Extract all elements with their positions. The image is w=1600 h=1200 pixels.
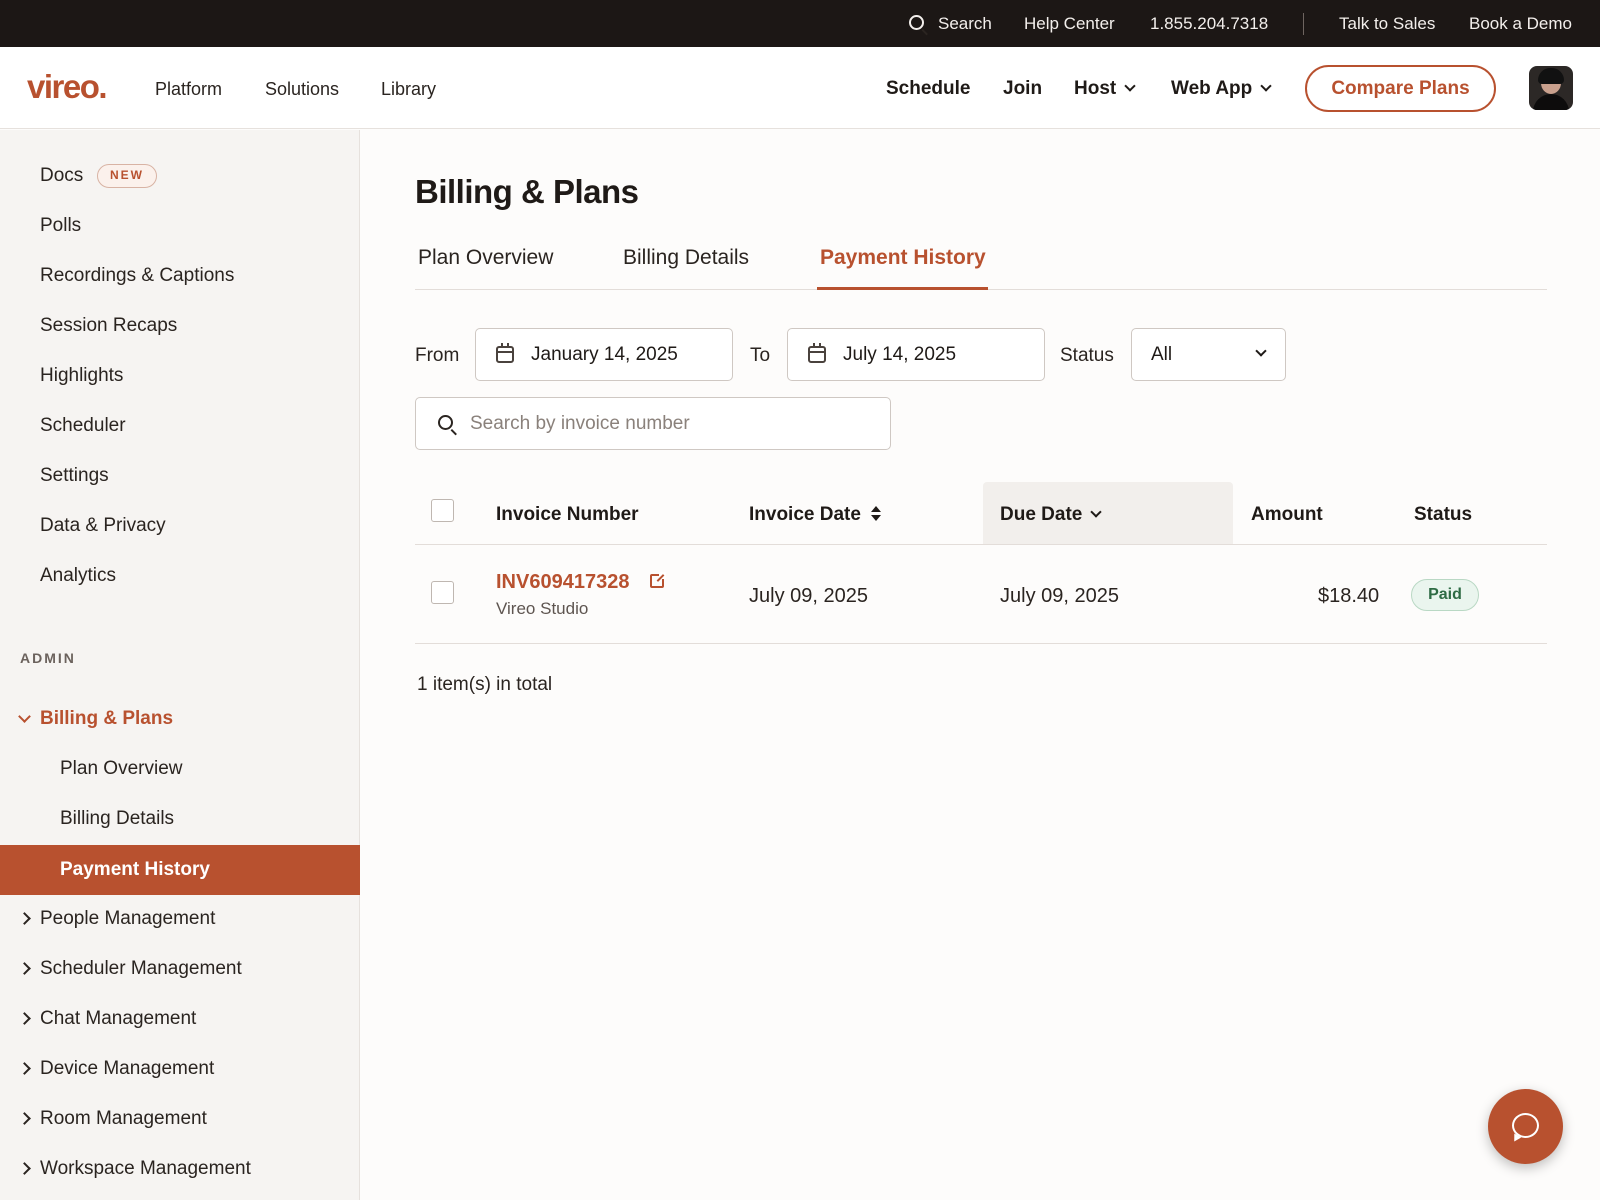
nav-host[interactable]: Host [1074,78,1136,100]
items-total: 1 item(s) in total [417,674,553,695]
main-header: vireo. Platform Solutions Library Schedu… [0,47,1600,129]
sidebar-item-highlights[interactable]: Highlights [40,364,123,388]
chevron-right-icon[interactable] [18,1162,31,1175]
to-date-value: July 14, 2025 [843,344,957,365]
status-select-value: All [1151,344,1173,365]
invoice-search [415,397,891,450]
from-label: From [415,345,460,366]
chevron-right-icon[interactable] [18,912,31,925]
sidebar-item-device-management[interactable]: Device Management [40,1057,214,1081]
status-badge: Paid [1411,579,1479,611]
active-tab-indicator [817,287,988,290]
nav-solutions[interactable]: Solutions [265,78,339,100]
due-date-header[interactable]: Due Date [1000,503,1103,527]
tab-billing-details[interactable]: Billing Details [623,245,749,271]
invoice-date-header-label: Invoice Date [749,504,861,525]
nav-library[interactable]: Library [381,78,436,100]
external-link-icon[interactable] [650,572,666,588]
sidebar-item-billing-plans[interactable]: Billing & Plans [40,707,173,731]
sidebar-item-chat-management[interactable]: Chat Management [40,1007,196,1031]
chevron-down-icon [1124,80,1136,92]
invoice-search-input[interactable] [470,411,870,437]
to-label: To [750,345,771,366]
sidebar-item-session-recaps[interactable]: Session Recaps [40,314,177,338]
sidebar-item-workspace-management[interactable]: Workspace Management [40,1157,251,1181]
sidebar: Docs NEW Polls Recordings & Captions Ses… [0,130,360,1200]
amount-header: Amount [1251,504,1323,525]
row-checkbox[interactable] [431,581,454,604]
table-row-divider [415,643,1547,644]
sidebar-item-analytics[interactable]: Analytics [40,564,116,588]
admin-heading: ADMIN [20,650,76,666]
utility-bar: Search Help Center 1.855.204.7318 Talk t… [0,0,1600,47]
due-date-cell: July 09, 2025 [1000,585,1119,607]
utility-divider [1303,13,1304,35]
sidebar-item-settings[interactable]: Settings [40,464,109,488]
sidebar-item-scheduler[interactable]: Scheduler [40,414,126,438]
vireo-logo[interactable]: vireo. [27,69,108,105]
chat-icon [1512,1113,1539,1138]
invoice-number-header: Invoice Number [496,504,639,525]
nav-schedule[interactable]: Schedule [886,78,970,100]
nav-web-app-label: Web App [1171,78,1253,99]
avatar-hair [1538,68,1564,84]
search-icon [438,415,453,430]
chevron-right-icon[interactable] [18,962,31,975]
sidebar-item-polls[interactable]: Polls [40,214,81,238]
utility-search-link[interactable]: Search [938,14,992,34]
avatar-body [1533,94,1569,110]
nav-web-app[interactable]: Web App [1171,78,1272,100]
sidebar-subitem-billing-details[interactable]: Billing Details [60,807,174,831]
from-date-input[interactable]: January 14, 2025 [475,328,733,381]
chevron-right-icon[interactable] [18,1062,31,1075]
calendar-icon [496,343,514,363]
tab-plan-overview[interactable]: Plan Overview [418,245,553,271]
sidebar-item-people-management[interactable]: People Management [40,907,215,931]
amount-cell: $18.40 [1318,585,1380,607]
from-date-value: January 14, 2025 [531,344,678,365]
status-header: Status [1414,504,1473,525]
invoice-date-cell: July 09, 2025 [749,585,868,607]
chevron-down-icon [1260,80,1272,92]
sidebar-item-data-privacy[interactable]: Data & Privacy [40,514,166,538]
chat-button[interactable] [1488,1089,1563,1164]
talk-to-sales-link[interactable]: Talk to Sales [1339,14,1435,34]
help-center-link[interactable]: Help Center [1024,14,1115,34]
chevron-right-icon[interactable] [18,1112,31,1125]
tab-payment-history[interactable]: Payment History [820,245,986,271]
nav-join[interactable]: Join [1003,78,1042,100]
chevron-right-icon[interactable] [18,1012,31,1025]
sidebar-item-docs[interactable]: Docs [40,164,83,188]
nav-platform[interactable]: Platform [155,78,222,100]
invoice-number-link[interactable]: INV609417328 [496,570,629,594]
status-select[interactable]: All [1131,328,1286,381]
chevron-down-icon [1090,506,1103,518]
user-avatar[interactable] [1529,66,1573,110]
sidebar-item-recordings[interactable]: Recordings & Captions [40,264,234,288]
status-label: Status [1060,345,1114,366]
calendar-icon [808,343,826,363]
search-icon[interactable] [909,15,924,30]
select-all-checkbox[interactable] [431,499,454,522]
new-badge: NEW [97,164,157,188]
sort-icon [870,506,881,522]
to-date-input[interactable]: July 14, 2025 [787,328,1045,381]
sidebar-subitem-payment-history[interactable]: Payment History [0,845,360,895]
chevron-down-icon[interactable] [18,710,31,723]
table-header-divider [415,544,1547,545]
phone-number[interactable]: 1.855.204.7318 [1150,14,1268,34]
book-demo-link[interactable]: Book a Demo [1469,14,1572,34]
invoice-account-name: Vireo Studio [496,599,589,618]
page-title: Billing & Plans [415,173,639,210]
sidebar-subitem-label: Payment History [60,859,210,880]
sidebar-item-room-management[interactable]: Room Management [40,1107,207,1131]
sidebar-item-scheduler-management[interactable]: Scheduler Management [40,957,242,981]
compare-plans-button[interactable]: Compare Plans [1305,65,1496,112]
nav-host-label: Host [1074,78,1117,99]
sidebar-subitem-plan-overview[interactable]: Plan Overview [60,757,183,781]
due-date-header-label: Due Date [1000,504,1083,525]
invoice-date-header[interactable]: Invoice Date [749,503,881,527]
chevron-down-icon [1255,345,1267,357]
